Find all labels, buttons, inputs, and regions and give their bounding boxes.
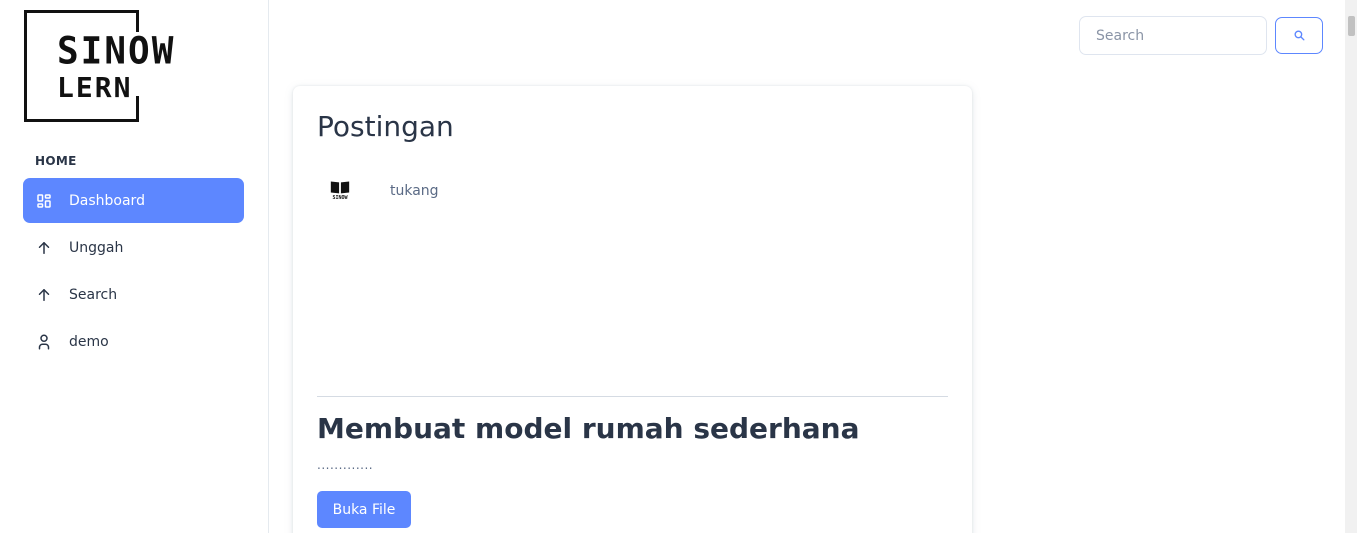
search-input[interactable] [1079, 16, 1267, 55]
arrow-up-icon [35, 286, 53, 304]
book-icon: SINOW [329, 179, 351, 203]
book-icon-label: SINOW [332, 195, 348, 201]
page-title: Postingan [317, 110, 454, 143]
user-icon [35, 333, 53, 351]
post-title: Membuat model rumah sederhana [317, 412, 860, 445]
sidebar-item-dashboard[interactable]: Dashboard [23, 178, 244, 223]
arrow-up-icon [35, 239, 53, 257]
nav-caption-home: HOME [35, 154, 77, 168]
sidebar-item-label: Search [69, 286, 118, 303]
page-scrollbar[interactable] [1345, 0, 1357, 533]
logo-text-line-2: LERN [57, 71, 133, 104]
app-root: SINOW LERN HOME Dashboard Unggah Search … [0, 0, 1357, 533]
post-description: ............. [317, 458, 374, 472]
sidebar-item-demo[interactable]: demo [23, 319, 244, 364]
brand-logo[interactable]: SINOW LERN [24, 10, 173, 122]
sidebar-item-label: demo [69, 333, 109, 350]
sidebar-item-label: Dashboard [69, 192, 145, 209]
open-file-button[interactable]: Buka File [317, 491, 411, 528]
post-author-row: SINOW [329, 179, 351, 203]
logo-text-line-1: SINOW [57, 29, 176, 74]
search-icon [1293, 29, 1306, 42]
post-card: Postingan SINOW tukang Membuat model rum… [293, 86, 972, 533]
divider [317, 396, 948, 397]
scrollbar-thumb[interactable] [1348, 16, 1355, 36]
sidebar-item-search[interactable]: Search [23, 272, 244, 317]
search-button[interactable] [1275, 17, 1323, 54]
post-author: tukang [390, 183, 439, 199]
sidebar-item-label: Unggah [69, 239, 124, 256]
sidebar: SINOW LERN HOME Dashboard Unggah Search … [0, 0, 269, 533]
sidebar-item-unggah[interactable]: Unggah [23, 225, 244, 270]
dashboard-icon [35, 192, 53, 210]
